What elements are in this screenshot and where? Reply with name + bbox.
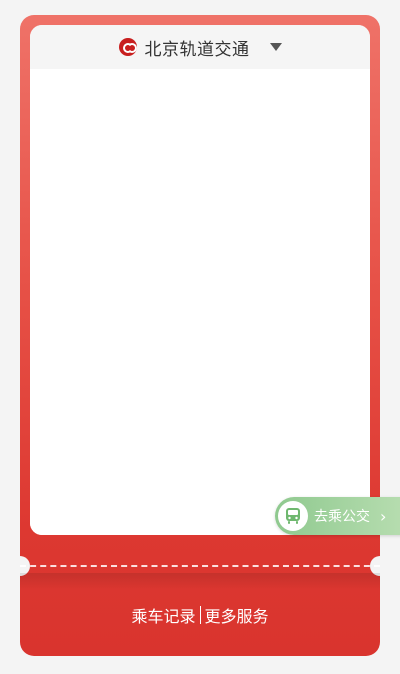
- bus-icon: [278, 501, 308, 531]
- beijing-subway-logo-icon: [118, 38, 137, 56]
- more-services-link[interactable]: 更多服务: [205, 603, 269, 627]
- ticket-card: 北京轨道交通 乘车记录 更多服务: [20, 15, 380, 656]
- chevron-right-icon: ›: [380, 506, 387, 526]
- caret-down-icon[interactable]: [269, 43, 282, 51]
- operator-selector[interactable]: 北京轨道交通: [30, 25, 370, 69]
- operator-name: 北京轨道交通: [144, 39, 250, 60]
- qr-card: 北京轨道交通: [30, 25, 370, 535]
- ticket-dashed-divider: [20, 565, 380, 567]
- go-bus-label: 去乘公交: [314, 509, 370, 525]
- bottom-actions: 乘车记录 更多服务: [20, 573, 380, 656]
- go-bus-button[interactable]: 去乘公交 ›: [275, 497, 400, 535]
- qr-code-area: [30, 69, 370, 535]
- ride-records-link[interactable]: 乘车记录: [131, 603, 195, 627]
- bottom-separator: [199, 605, 201, 624]
